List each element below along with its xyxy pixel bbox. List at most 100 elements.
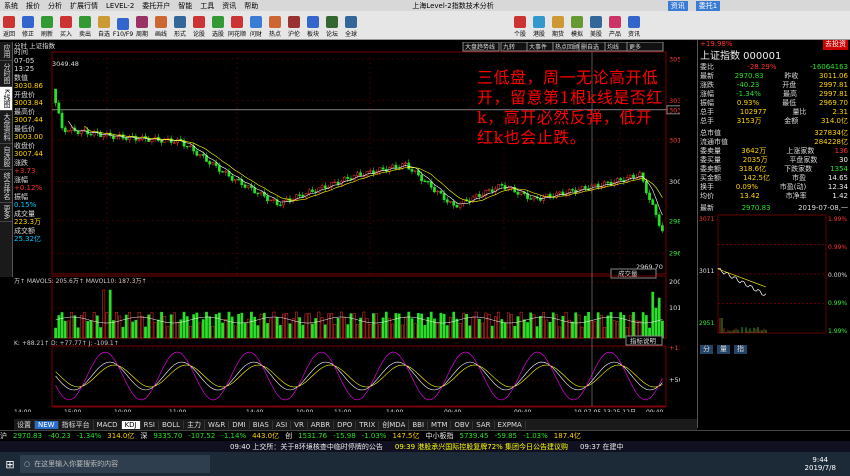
left-tab-5[interactable]: 综合排名 <box>0 170 12 203</box>
indicator-tab-15[interactable]: TRIX <box>356 421 379 429</box>
volume-bar <box>250 312 252 338</box>
menu-quote[interactable]: 报价 <box>26 1 40 11</box>
volume-bar <box>517 317 519 338</box>
toolbar-button-5[interactable]: 自选 <box>95 12 113 38</box>
toolbar-button-14[interactable]: 热点 <box>266 12 284 38</box>
left-tab-6[interactable]: 更多 <box>0 203 12 222</box>
indicator-tab-13[interactable]: ARBR <box>308 421 334 429</box>
toolbar-button-12[interactable]: 同花顺 <box>228 12 246 38</box>
toolbar-button-0[interactable]: 返回 <box>0 12 18 38</box>
volume-bar <box>363 312 365 338</box>
toolbar-button-1[interactable]: 修正 <box>19 12 37 38</box>
menu-help[interactable]: 帮助 <box>244 1 258 11</box>
chart-tab-1[interactable]: 九转 <box>503 43 515 51</box>
news-item-2[interactable]: 09:37 在建中 <box>580 442 623 452</box>
indicator-tab-11[interactable]: ASI <box>273 421 291 429</box>
toolbar-button-25[interactable]: 资讯 <box>625 12 643 38</box>
indicator-tab-16[interactable]: 创MDA <box>379 420 409 430</box>
candle-body <box>648 193 650 200</box>
indicator-tab-0[interactable]: 设置 <box>14 420 35 430</box>
menu-analysis[interactable]: 分析 <box>48 1 62 11</box>
chart-tab-6[interactable]: 更多 <box>629 43 641 51</box>
volume-bar <box>196 313 198 338</box>
candle-body <box>459 204 461 207</box>
toolbar-button-9[interactable]: 形式 <box>171 12 189 38</box>
menu-news[interactable]: 资讯 <box>222 1 236 11</box>
menu-tools[interactable]: 工具 <box>200 1 214 11</box>
indicator-tab-20[interactable]: SAR <box>473 421 494 429</box>
news-item-0[interactable]: 09:40 上交所：关于8环境核查中临时停牌的公告 <box>230 442 383 452</box>
search-box[interactable]: ○ 在这里输入你要搜索的内容 <box>20 455 210 473</box>
news-item-1[interactable]: 09:39 港股承兴国际控股复牌72% 集团今日公告建议购 <box>395 442 568 452</box>
toolbar-button-3[interactable]: 买入 <box>57 12 75 38</box>
indicator-tab-2[interactable]: 指标平台 <box>59 420 94 430</box>
toolbar-button-19[interactable]: 个股 <box>511 12 529 38</box>
row-value: -40.23 <box>737 81 760 90</box>
menu-system[interactable]: 系统 <box>4 1 18 11</box>
indicator-tab-3[interactable]: MACD <box>94 421 122 429</box>
menu-smart[interactable]: 智能 <box>178 1 192 11</box>
chart-tab-4[interactable]: 删自选 <box>581 43 599 51</box>
left-tab-3[interactable]: 大盘资料 <box>0 111 12 144</box>
indicator-tab-6[interactable]: BOLL <box>159 421 184 429</box>
toolbar-button-21[interactable]: 期货 <box>549 12 567 38</box>
candle-body <box>186 146 188 147</box>
toolbar-button-16[interactable]: 板块 <box>304 12 322 38</box>
top-trade-button[interactable]: 委托1 <box>696 1 720 11</box>
mini-tab-0[interactable]: 分 <box>700 345 713 354</box>
toolbar-button-4[interactable]: 卖出 <box>76 12 94 38</box>
left-tab-0[interactable]: 应用 <box>0 42 12 61</box>
mini-tab-1[interactable]: 量 <box>717 345 730 354</box>
indicator-tab-21[interactable]: EXPMA <box>495 421 526 429</box>
chart-tab-0[interactable]: 大盘趋势线 <box>465 43 495 51</box>
volume-button[interactable]: 成交量 <box>618 269 638 278</box>
chart-tab-2[interactable]: 大事件 <box>529 43 547 51</box>
indicator-tab-18[interactable]: MTM <box>428 421 451 429</box>
menu-ext[interactable]: 扩展行情 <box>70 1 98 11</box>
toolbar-button-17[interactable]: 论坛 <box>323 12 341 38</box>
left-tab-2[interactable]: K线图 <box>0 87 12 111</box>
candle-body <box>424 181 426 182</box>
invest-badge[interactable]: 去投资 <box>823 40 848 50</box>
toolbar-button-15[interactable]: 沪伦 <box>285 12 303 38</box>
indicator-tab-9[interactable]: DMI <box>229 421 250 429</box>
chart-tab-5[interactable]: 均线 <box>607 43 619 51</box>
indicator-tab-8[interactable]: W&R <box>205 421 229 429</box>
indicator-tab-19[interactable]: OBV <box>451 421 473 429</box>
candle-body <box>209 161 211 164</box>
toolbar-button-23[interactable]: 美股 <box>587 12 605 38</box>
toolbar-button-10[interactable]: 论股 <box>190 12 208 38</box>
menu-trade[interactable]: 委托开户 <box>142 1 170 11</box>
indicator-tab-1[interactable]: NEW <box>35 421 59 429</box>
kdj-button[interactable]: 指标说明 <box>630 336 657 345</box>
toolbar-button-7[interactable]: 周期 <box>133 12 151 38</box>
toolbar-button-6[interactable]: F10/F9 <box>114 12 132 38</box>
volume-bar <box>446 326 448 338</box>
indicator-tab-10[interactable]: BIAS <box>250 421 273 429</box>
status-0-3: -1.34% <box>77 432 102 440</box>
candle-body <box>404 163 406 164</box>
volume-bar <box>414 324 416 338</box>
indicator-tab-7[interactable]: 主力 <box>184 420 205 430</box>
indicator-tab-14[interactable]: DPO <box>334 421 356 429</box>
indicator-tab-5[interactable]: RSI <box>141 421 159 429</box>
chart-tab-3[interactable]: 热点回顾 <box>555 43 579 51</box>
toolbar-button-13[interactable]: 问财 <box>247 12 265 38</box>
toolbar-button-20[interactable]: 港股 <box>530 12 548 38</box>
toolbar-button-11[interactable]: 选股 <box>209 12 227 38</box>
menu-level2[interactable]: LEVEL-2 <box>106 2 134 10</box>
mini-tab-2[interactable]: 指 <box>734 345 747 354</box>
indicator-tab-4[interactable]: KDJ <box>122 421 141 429</box>
top-news-button[interactable]: 资讯 <box>668 1 688 11</box>
toolbar-button-18[interactable]: 全球 <box>342 12 360 38</box>
toolbar-button-2[interactable]: 刷新 <box>38 12 56 38</box>
toolbar-button-24[interactable]: 产品 <box>606 12 624 38</box>
toolbar-button-8[interactable]: 画线 <box>152 12 170 38</box>
left-tab-1[interactable]: 分时图 <box>0 61 12 87</box>
windows-start-icon[interactable]: ⊞ <box>0 452 20 476</box>
mini-intraday-chart[interactable]: 3071 3011 2951 1.99% 0.99% 0.00% 0.99% 1.99% <box>698 213 849 343</box>
indicator-tab-17[interactable]: BBI <box>409 421 428 429</box>
left-tab-4[interactable]: 自选股 <box>0 144 12 170</box>
indicator-tab-12[interactable]: VR <box>291 421 308 429</box>
toolbar-button-22[interactable]: 模拟 <box>568 12 586 38</box>
